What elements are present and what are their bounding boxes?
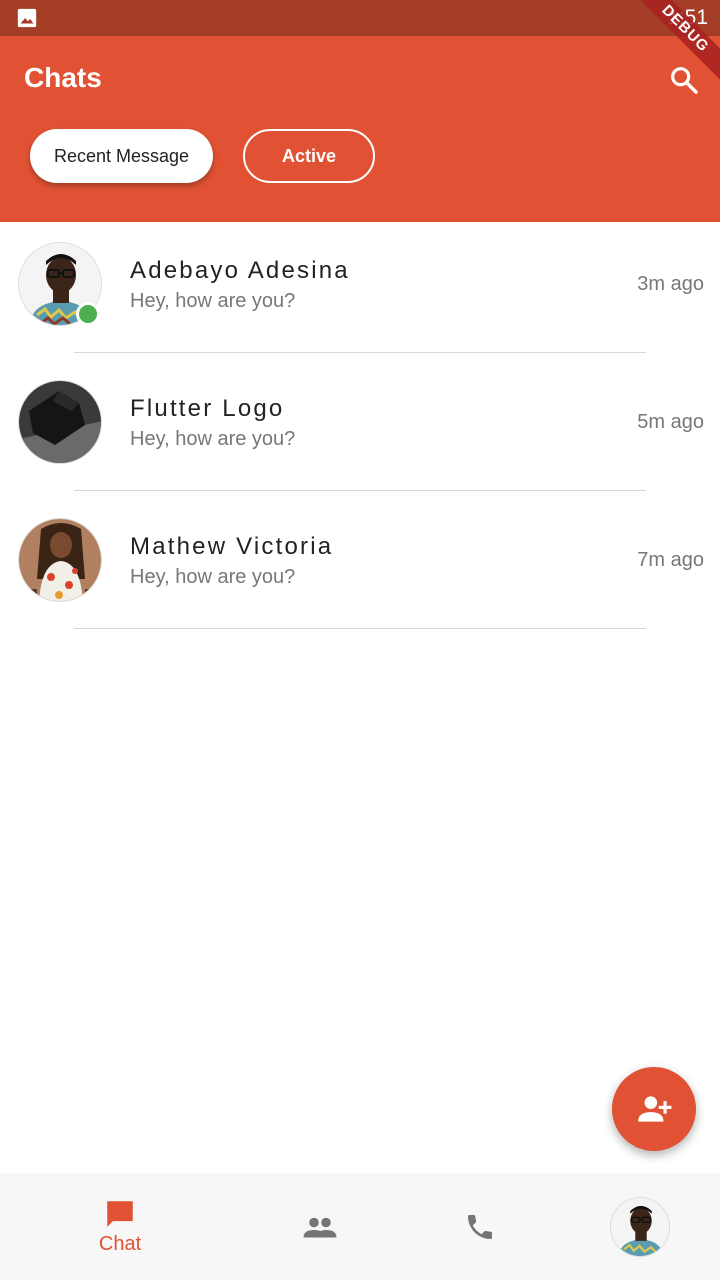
profile-avatar [610,1196,670,1257]
people-icon [303,1217,337,1237]
chat-name: Mathew Victoria [130,533,334,560]
filter-recent-message-chip[interactable]: Recent Message [30,129,213,183]
avatar [18,380,102,464]
image-icon [17,8,37,28]
app-bar: Chats Recent Message Active [0,36,720,222]
divider [74,352,646,353]
chat-list: Adebayo Adesina Hey, how are you? 3m ago… [0,222,720,636]
nav-item-label: Chat [98,1233,142,1255]
status-time: 1:51 [667,6,708,29]
chat-row[interactable]: Mathew Victoria Hey, how are you? 7m ago [0,498,720,636]
search-button[interactable] [664,60,704,100]
chat-message-preview: Hey, how are you? [130,428,296,450]
online-status-dot [76,302,100,326]
search-icon [671,67,698,94]
chat-message-preview: Hey, how are you? [130,566,296,588]
page-title: Chats [24,62,102,93]
chat-name: Adebayo Adesina [130,257,350,284]
nav-item-profile[interactable] [580,1173,700,1280]
chat-message-preview: Hey, how are you? [130,290,296,312]
phone-icon [468,1214,492,1239]
nav-item-chat[interactable]: Chat [60,1173,180,1280]
chat-icon [107,1201,133,1227]
chat-row[interactable]: Adebayo Adesina Hey, how are you? 3m ago [0,222,720,360]
avatar [18,518,102,602]
divider [74,628,646,629]
chat-timestamp: 3m ago [637,273,704,295]
chat-timestamp: 5m ago [637,411,704,433]
status-bar: 1:51 [0,0,720,36]
filter-active-chip[interactable]: Active [243,129,375,183]
chat-row[interactable]: Flutter Logo Hey, how are you? 5m ago [0,360,720,498]
chat-name: Flutter Logo [130,395,285,422]
bottom-navigation: Chat [0,1173,720,1280]
add-contact-button[interactable] [612,1067,696,1151]
nav-item-people[interactable] [260,1173,380,1280]
person-add-icon [638,1096,672,1122]
divider [74,490,646,491]
nav-item-calls[interactable] [420,1173,540,1280]
chat-timestamp: 7m ago [637,549,704,571]
